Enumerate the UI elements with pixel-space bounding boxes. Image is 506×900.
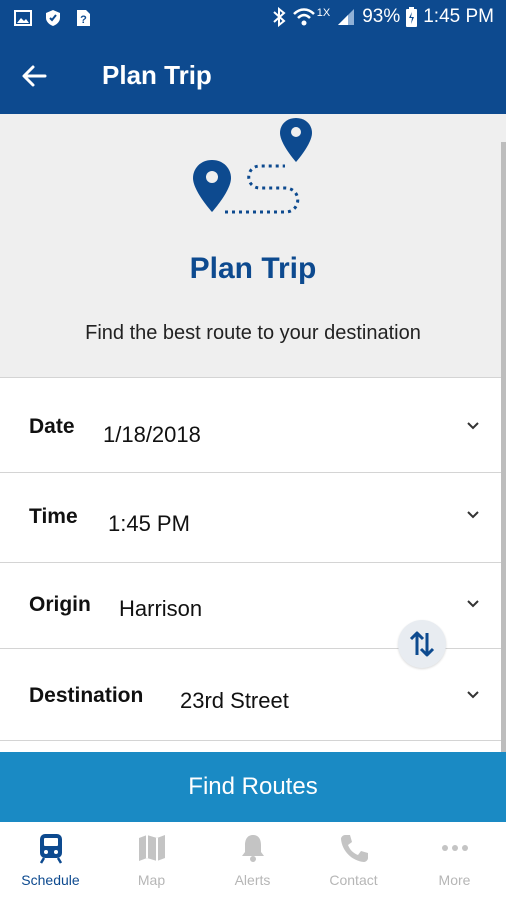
- chevron-down-icon: [467, 511, 479, 519]
- nav-label-more: More: [438, 872, 471, 888]
- map-icon: [138, 835, 165, 861]
- status-system-area: 1X 93% 1:45 PM: [271, 6, 494, 28]
- bell-icon: [241, 835, 264, 862]
- sim-alert-icon: ?: [77, 10, 90, 26]
- chevron-down-icon: [467, 600, 479, 608]
- wifi-icon: [292, 8, 315, 26]
- nav-label-alerts: Alerts: [234, 872, 271, 888]
- nav-label-contact: Contact: [329, 872, 378, 888]
- arrow-left-icon: [22, 65, 47, 87]
- time-value: 1:45 PM: [108, 511, 190, 536]
- scrollbar[interactable]: [501, 142, 506, 752]
- bluetooth-icon: [273, 7, 286, 27]
- bottom-nav: Schedule Map Alerts Contact More: [0, 822, 506, 900]
- phone-icon: [340, 835, 368, 862]
- nav-item-map[interactable]: Map: [101, 822, 202, 900]
- origin-value: Harrison: [119, 596, 203, 621]
- train-icon: [39, 834, 62, 864]
- nav-item-contact[interactable]: Contact: [303, 822, 404, 900]
- hero-subtitle: Find the best route to your destination: [85, 322, 421, 344]
- nav-item-schedule[interactable]: Schedule: [0, 822, 101, 900]
- hero-title: Plan Trip: [189, 252, 317, 285]
- swap-vertical-icon: [409, 631, 435, 657]
- route-pins-illustration: [193, 118, 312, 214]
- chevron-down-icon: [467, 422, 479, 430]
- svg-text:?: ?: [80, 14, 87, 26]
- page-title: Plan Trip: [102, 60, 212, 90]
- find-routes-button[interactable]: Find Routes: [0, 752, 506, 822]
- nav-label-schedule: Schedule: [21, 872, 80, 888]
- signal-icon: [338, 9, 355, 25]
- battery-percent: 93%: [362, 6, 401, 27]
- status-bar: ? 1X 93% 1:45 PM: [0, 0, 506, 38]
- network-type: 1X: [316, 7, 331, 19]
- chevron-down-icon: [467, 691, 479, 699]
- hero-section: Plan Trip Find the best route to your de…: [0, 114, 506, 378]
- shield-icon: [46, 10, 60, 26]
- date-row[interactable]: Date 1/18/2018: [0, 379, 506, 473]
- back-button[interactable]: [14, 58, 54, 94]
- battery-charging-icon: [406, 7, 418, 27]
- nav-item-alerts[interactable]: Alerts: [202, 822, 303, 900]
- nav-item-more[interactable]: More: [404, 822, 505, 900]
- origin-label: Origin: [29, 593, 91, 616]
- time-row[interactable]: Time 1:45 PM: [0, 473, 506, 563]
- more-dots-icon: [441, 845, 468, 851]
- time-label: Time: [29, 505, 78, 528]
- swap-origin-destination-button[interactable]: [398, 620, 446, 668]
- destination-label: Destination: [29, 684, 144, 707]
- app-bar: Plan Trip: [0, 38, 506, 114]
- date-label: Date: [29, 415, 75, 438]
- image-icon: [14, 10, 32, 26]
- status-notification-icons: ?: [14, 9, 92, 27]
- date-value: 1/18/2018: [103, 422, 201, 447]
- clock: 1:45 PM: [423, 6, 494, 27]
- nav-label-map: Map: [137, 872, 166, 888]
- destination-value: 23rd Street: [180, 688, 289, 713]
